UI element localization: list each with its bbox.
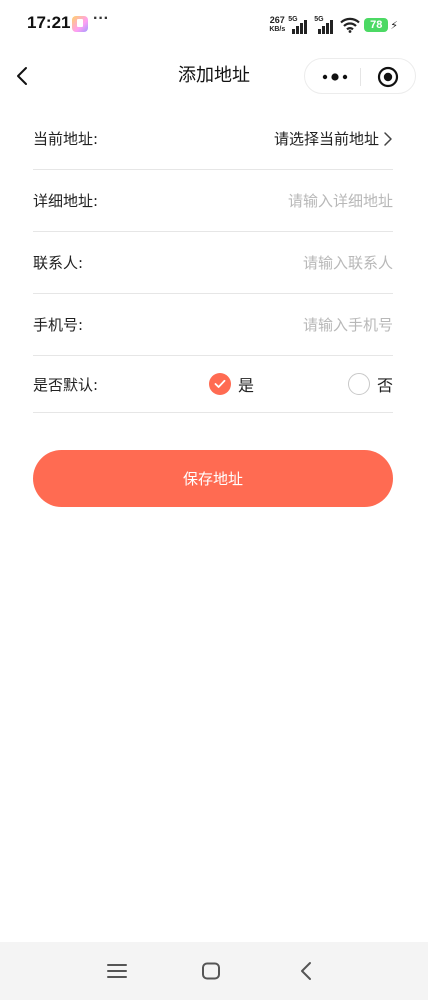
phone-row: 手机号: (33, 294, 393, 356)
address-form: 当前地址: 请选择当前地址 详细地址: 联系人: 手机号: 是否默认: (33, 108, 393, 413)
network-speed-unit: KB/s (269, 26, 286, 33)
charging-icon: ⚡ (390, 18, 398, 32)
contact-row: 联系人: (33, 232, 393, 294)
detail-address-label: 详细地址: (33, 192, 99, 210)
current-address-label: 当前地址: (33, 130, 99, 148)
phone-input[interactable] (173, 308, 393, 341)
contact-label: 联系人: (33, 254, 84, 272)
nav-header: 添加地址 (0, 48, 428, 104)
network-speed: 267 KB/s (269, 16, 285, 34)
default-yes-label: 是 (238, 376, 255, 395)
default-no-label: 否 (376, 376, 393, 395)
empty-circle-icon (347, 373, 370, 395)
battery-level: 78 (370, 19, 383, 31)
more-button[interactable] (315, 65, 355, 89)
system-home-button[interactable] (197, 957, 225, 985)
system-nav-bar (0, 942, 428, 1000)
network-speed-value: 267 (269, 15, 285, 25)
more-notifications-icon: ··· (93, 10, 109, 27)
signal-icon-secondary: 5G (314, 16, 336, 34)
contact-input[interactable] (173, 246, 393, 279)
capsule-divider (360, 68, 361, 86)
default-yes-radio[interactable]: 是 (209, 372, 254, 396)
detail-address-row: 详细地址: (33, 170, 393, 232)
current-address-selector[interactable]: 请选择当前地址 (274, 128, 393, 149)
phone-label: 手机号: (33, 316, 84, 334)
system-menu-button[interactable] (103, 957, 131, 985)
detail-address-input[interactable] (173, 184, 393, 217)
status-time: 17:21 (27, 13, 71, 32)
default-row: 是否默认: 是 否 (33, 356, 393, 413)
wifi-icon (340, 17, 361, 33)
app-notification-icon (72, 16, 88, 32)
chevron-right-icon (383, 131, 393, 147)
more-dots-icon (322, 73, 348, 81)
save-address-button[interactable]: 保存地址 (33, 450, 393, 507)
back-button[interactable] (8, 62, 36, 90)
target-close-icon (377, 66, 399, 88)
default-no-radio[interactable]: 否 (347, 372, 393, 396)
check-circle-icon (209, 373, 231, 395)
mini-program-capsule (304, 58, 416, 94)
status-indicators: 267 KB/s 5G 5G 78 ⚡ (269, 14, 398, 36)
status-bar: 17:21 ··· 267 KB/s 5G 5G 78 ⚡ (0, 0, 428, 48)
menu-lines-icon (107, 964, 127, 978)
default-label: 是否默认: (33, 375, 99, 394)
back-triangle-icon (301, 962, 311, 980)
current-address-value: 请选择当前地址 (273, 130, 379, 148)
home-square-icon (202, 962, 220, 980)
system-back-button[interactable] (292, 957, 320, 985)
close-button[interactable] (375, 64, 401, 90)
chevron-left-icon (17, 67, 27, 85)
signal-icon: 5G (288, 16, 310, 34)
current-address-row: 当前地址: 请选择当前地址 (33, 108, 393, 170)
battery-icon: 78 (364, 18, 389, 32)
